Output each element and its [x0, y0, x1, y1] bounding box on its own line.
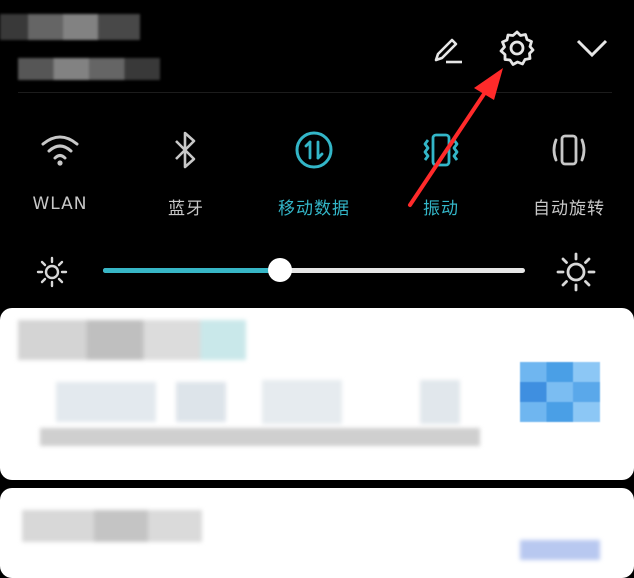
chevron-down-icon[interactable]: [570, 26, 614, 70]
blurred-content: [262, 380, 342, 424]
tile-bluetooth[interactable]: 蓝牙: [131, 126, 241, 219]
header-divider: [18, 92, 612, 93]
notification-card[interactable]: [0, 488, 634, 578]
notification-thumbnail: [520, 362, 600, 422]
tile-auto-rotate[interactable]: 自动旋转: [514, 126, 624, 219]
blurred-header-subtext: [18, 58, 160, 80]
brightness-slider[interactable]: [103, 258, 525, 282]
tile-mobile-data[interactable]: 移动数据: [259, 126, 369, 219]
blurred-content: [176, 382, 226, 422]
brightness-low-icon: [36, 256, 68, 292]
tile-label: 蓝牙: [168, 199, 204, 219]
blurred-title: [22, 510, 202, 542]
blurred-title: [18, 320, 246, 360]
blurred-content: [56, 382, 156, 422]
settings-icon[interactable]: [495, 26, 539, 70]
tile-wlan[interactable]: WLAN: [5, 126, 115, 214]
brightness-high-icon: [556, 252, 596, 296]
notification-thumbnail: [520, 540, 600, 560]
notification-card[interactable]: [0, 308, 634, 480]
blurred-header-text: [0, 14, 140, 40]
auto-rotate-icon: [545, 126, 593, 174]
wifi-icon: [36, 126, 84, 174]
mobile-data-icon: [290, 126, 338, 174]
edit-icon[interactable]: [424, 28, 468, 72]
tile-label: WLAN: [32, 194, 88, 214]
brightness-thumb[interactable]: [268, 258, 293, 282]
vibrate-icon: [417, 126, 465, 174]
bluetooth-icon: [162, 126, 210, 174]
tile-vibrate[interactable]: 振动: [386, 126, 496, 219]
blurred-content: [40, 428, 480, 446]
tile-label: 振动: [423, 199, 459, 219]
blurred-content: [420, 380, 460, 424]
tile-label: 自动旋转: [533, 199, 605, 219]
brightness-fill: [103, 268, 281, 273]
tile-label: 移动数据: [278, 199, 350, 219]
